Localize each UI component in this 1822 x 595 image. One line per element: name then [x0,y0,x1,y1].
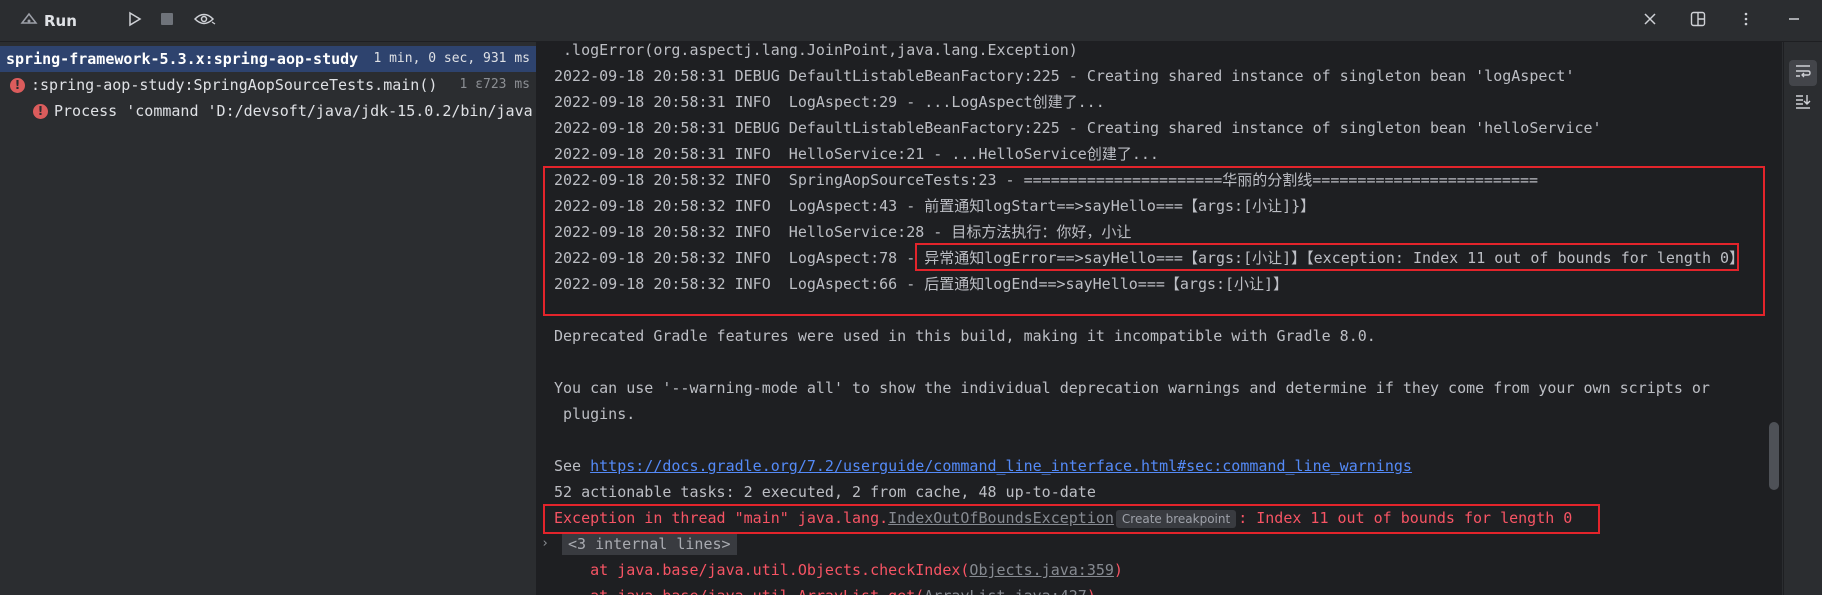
console-line: 52 actionable tasks: 2 executed, 2 from … [554,483,1096,501]
soft-wrap-button[interactable] [1789,60,1817,86]
console-line: You can use '--warning-mode all' to show… [554,379,1710,397]
tree-item-root[interactable]: spring-framework-5.3.x:spring-aop-study … [0,46,536,72]
close-tab-button[interactable] [1636,7,1664,35]
console-line: plugins. [554,405,636,423]
highlight-box-exception-advice [915,243,1739,271]
error-icon: ! [33,104,48,119]
run-title: Run [44,11,77,30]
console-side-toolbar [1783,42,1822,595]
console-line: 2022-09-18 20:58:31 INFO LogAspect:29 - … [554,93,1105,111]
stop-icon [159,11,175,31]
stack-frame-link[interactable]: ArrayList.java:427 [924,587,1087,595]
play-icon [127,11,143,31]
stop-button[interactable] [153,7,181,35]
expand-chevron-icon[interactable]: › [537,533,553,555]
eye-icon [193,11,216,31]
error-icon: ! [10,78,25,93]
more-button[interactable] [1732,7,1760,35]
run-config-icon [20,11,44,31]
scroll-to-end-button[interactable] [1789,90,1817,116]
console-line: .logError(org.aspectj.lang.JoinPoint,jav… [554,42,1078,59]
run-tab[interactable]: Run [20,11,77,31]
highlight-box-exception-line [543,504,1600,534]
tree-task-duration: 1 ε723 ms [459,77,530,92]
tree-item-task[interactable]: ! :spring-aop-study:SpringAopSourceTests.… [0,72,536,98]
scroll-to-end-icon [1794,93,1812,113]
layout-button[interactable] [1684,7,1712,35]
tree-root-label: spring-framework-5.3.x:spring-aop-study [6,50,359,68]
console-output[interactable]: .logError(org.aspectj.lang.JoinPoint,jav… [537,42,1782,595]
stack-frame: at java.base/java.util.ArrayList.get(Arr… [554,585,1096,595]
console-line: 2022-09-18 20:58:31 DEBUG DefaultListabl… [554,67,1575,85]
console-line: 2022-09-18 20:58:31 INFO HelloService:21… [554,145,1159,163]
internal-lines-fold[interactable]: <3 internal lines> [562,533,737,555]
run-tree: spring-framework-5.3.x:spring-aop-study … [0,42,537,595]
stack-frame: at java.base/java.util.Objects.checkInde… [554,561,1123,579]
highlight-box-log-block [543,166,1765,316]
layout-icon [1690,11,1706,31]
soft-wrap-icon [1794,63,1812,83]
gradle-docs-link[interactable]: https://docs.gradle.org/7.2/userguide/co… [590,457,1412,475]
stack-frame-link[interactable]: Objects.java:359 [969,561,1114,579]
more-icon [1738,11,1754,31]
minimize-icon [1786,11,1802,31]
tree-root-duration: 1 min, 0 sec, 931 ms [373,51,530,66]
run-toolbar: Run [0,0,1822,42]
minimize-button[interactable] [1780,7,1808,35]
view-options-button[interactable] [191,7,219,35]
tree-task-label: :spring-aop-study:SpringAopSourceTests.m… [31,76,438,94]
tree-process-label: Process 'command 'D:/devsoft/java/jdk-15… [54,102,533,120]
close-icon [1642,11,1658,31]
tree-item-process[interactable]: ! Process 'command 'D:/devsoft/java/jdk-1… [0,98,536,124]
console-line: 2022-09-18 20:58:31 DEBUG DefaultListabl… [554,119,1602,137]
console-scrollbar[interactable] [1769,422,1779,490]
console-line-see: See https://docs.gradle.org/7.2/userguid… [554,457,1412,475]
rerun-button[interactable] [121,7,149,35]
console-line: Deprecated Gradle features were used in … [554,327,1376,345]
